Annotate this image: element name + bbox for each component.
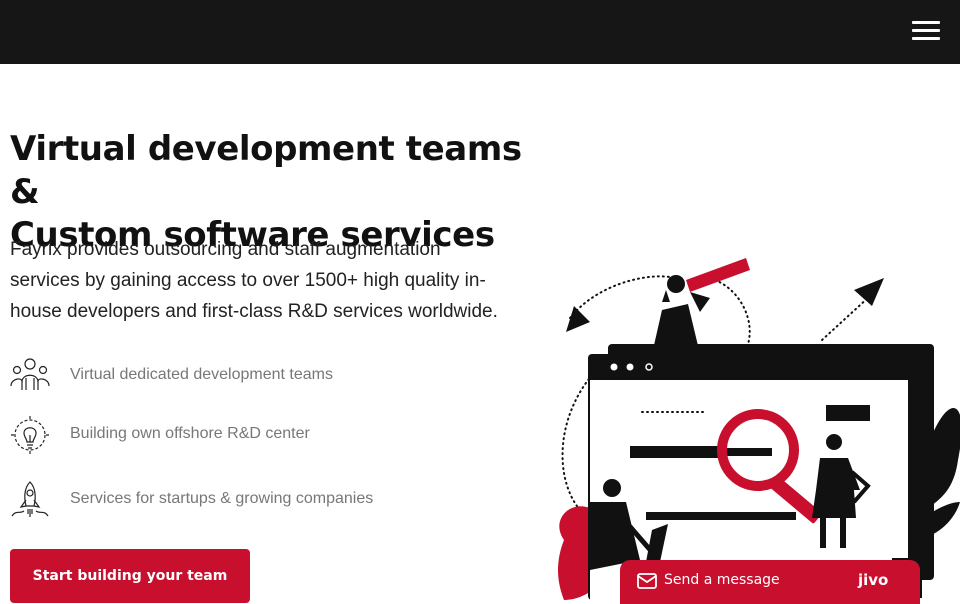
hero-illustration: [558, 258, 960, 600]
feature-label: Virtual dedicated development teams: [70, 366, 333, 383]
start-building-team-button[interactable]: Start building your team: [10, 549, 250, 603]
rocket-icon: [11, 481, 49, 517]
chat-label: Send a message: [664, 572, 780, 588]
feature-item-dedicated-teams: Virtual dedicated development teams: [10, 356, 430, 400]
lightbulb-gear-icon: [11, 416, 49, 454]
feature-label: Services for startups & growing companie…: [70, 490, 374, 507]
top-navigation-bar: [0, 0, 960, 64]
mail-icon: [637, 573, 657, 589]
jivo-logo: jivo: [858, 571, 889, 589]
page-title-line-1: Virtual development teams &: [10, 129, 522, 212]
team-people-icon: [10, 358, 50, 390]
feature-item-startups: Services for startups & growing companie…: [10, 480, 430, 524]
hamburger-menu-icon[interactable]: [912, 21, 940, 41]
hero-description: Fayrix provides outsourcing and staff au…: [10, 239, 498, 322]
feature-label: Building own offshore R&D center: [70, 425, 310, 442]
feature-item-rd-center: Building own offshore R&D center: [10, 415, 430, 459]
chat-send-message-button[interactable]: Send a message jivo: [620, 560, 920, 604]
